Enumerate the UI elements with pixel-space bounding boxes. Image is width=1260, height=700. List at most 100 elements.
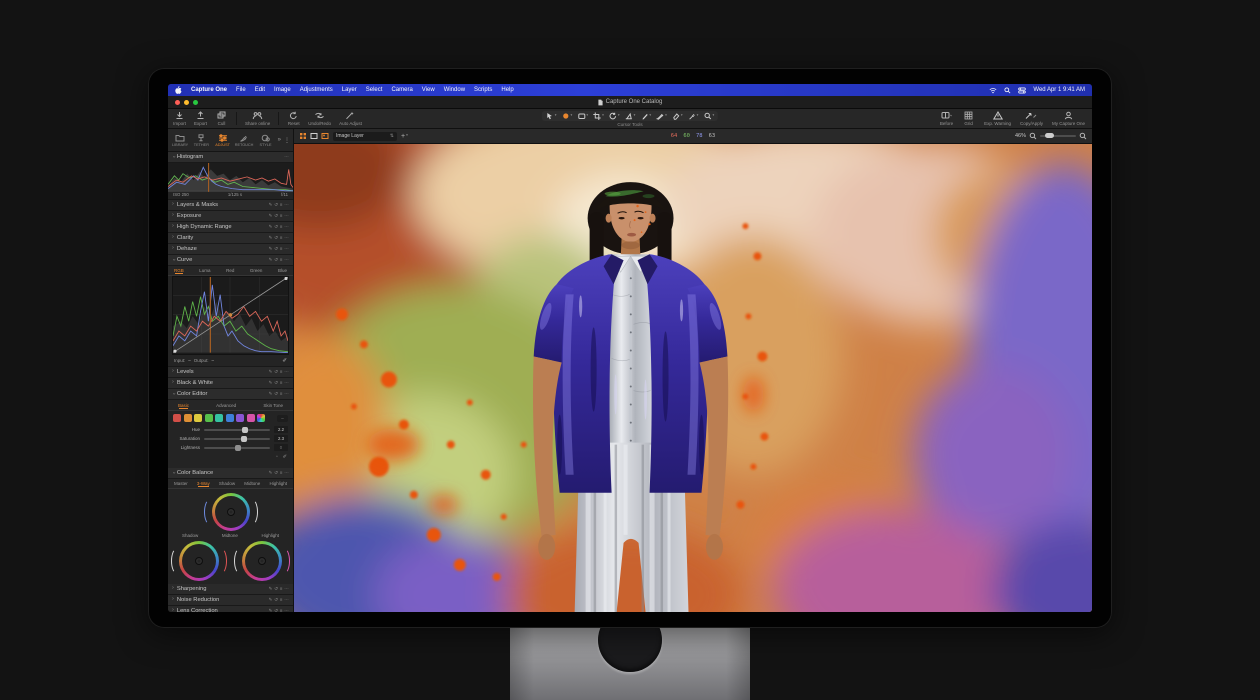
- zoom-slider[interactable]: [1040, 135, 1076, 137]
- menu-window[interactable]: Window: [444, 87, 465, 93]
- minimize-button[interactable]: [184, 100, 189, 105]
- panel-action-icons[interactable]: ✎ ↺ ≡ ⋯: [269, 224, 289, 230]
- panel-exposure[interactable]: › Exposure ✎ ↺ ≡ ⋯: [168, 211, 293, 222]
- tab-tether[interactable]: TETHER: [192, 134, 210, 147]
- panel-layers-masks[interactable]: › Layers & Masks ✎ ↺ ≡ ⋯: [168, 200, 293, 211]
- panel-action-icons[interactable]: ✎ ↺ ≡ ⋯: [269, 369, 289, 375]
- color-swatch-red[interactable]: [173, 414, 181, 422]
- panel-curve-header[interactable]: › Curve ✎ ↺ ≡ ⋯: [168, 255, 293, 266]
- panel-dehaze[interactable]: › Dehaze ✎ ↺ ≡ ⋯: [168, 244, 293, 255]
- pick-arrow-tool[interactable]: ▾: [546, 112, 557, 120]
- zoom-out-icon[interactable]: [1029, 132, 1037, 140]
- panel-histogram-header[interactable]: › Histogram ⋯: [168, 152, 293, 163]
- proof-view-icon[interactable]: [321, 132, 329, 140]
- cb-tab-shadow[interactable]: Shadow: [219, 481, 235, 486]
- wheel-indicator[interactable]: [195, 557, 203, 565]
- color-swatch-all[interactable]: [257, 414, 265, 422]
- lightness-value[interactable]: 0: [274, 444, 288, 451]
- export-button[interactable]: Export: [194, 111, 207, 126]
- menu-capture-one[interactable]: Capture One: [191, 87, 227, 93]
- panel-action-icons[interactable]: ✎ ↺ ≡ ⋯: [269, 608, 289, 612]
- menu-file[interactable]: File: [236, 87, 246, 93]
- cb-tab-highlight[interactable]: Highlight: [269, 481, 287, 486]
- panel-action-icons[interactable]: ✎ ↺ ≡ ⋯: [269, 470, 289, 476]
- apple-menu-icon[interactable]: [175, 86, 182, 94]
- color-swatch-orange[interactable]: [184, 414, 192, 422]
- curve-tab-rgb[interactable]: RGB: [174, 268, 184, 273]
- zoom-button[interactable]: [193, 100, 198, 105]
- zoom-in-icon[interactable]: [1079, 132, 1087, 140]
- photo-canvas[interactable]: [294, 144, 1092, 612]
- my-capture-one-button[interactable]: My Capture One: [1052, 111, 1085, 126]
- zoom-level[interactable]: 46%: [1015, 133, 1026, 139]
- view-selected-range-icon[interactable]: ▫: [276, 454, 278, 460]
- midtone-color-wheel[interactable]: [212, 493, 250, 531]
- panel-more-icon[interactable]: ⋯: [284, 154, 289, 160]
- panel-action-icons[interactable]: ✎ ↺ ≡ ⋯: [269, 235, 289, 241]
- curve-plot[interactable]: [172, 276, 289, 355]
- wheel-indicator[interactable]: [258, 557, 266, 565]
- panel-action-icons[interactable]: ✎ ↺ ≡ ⋯: [269, 391, 289, 397]
- wheel-indicator[interactable]: [227, 508, 235, 516]
- saturation-value[interactable]: 2.3: [274, 435, 288, 442]
- crop-tool[interactable]: ▾: [593, 112, 604, 120]
- menu-image[interactable]: Image: [274, 87, 291, 93]
- panel-clarity[interactable]: › Clarity ✎ ↺ ≡ ⋯: [168, 233, 293, 244]
- rotate-tool[interactable]: ▾: [609, 112, 620, 120]
- cb-tab-3way[interactable]: 3-Way: [197, 481, 210, 486]
- eraser-tool[interactable]: ▾: [672, 112, 683, 120]
- auto-adjust-button[interactable]: Auto Adjust: [339, 111, 362, 126]
- panel-action-icons[interactable]: ✎ ↺ ≡ ⋯: [269, 202, 289, 208]
- color-editor-tab-skin-tone[interactable]: Skin Tone: [263, 403, 283, 408]
- color-picker-tool[interactable]: ▾: [688, 112, 699, 120]
- menu-help[interactable]: Help: [501, 87, 513, 93]
- panel-action-icons[interactable]: ✎ ↺ ≡ ⋯: [269, 257, 289, 263]
- cb-tab-midtone[interactable]: Midtone: [244, 481, 260, 486]
- close-button[interactable]: [175, 100, 180, 105]
- exposure-warning-button[interactable]: Exp. Warning: [984, 111, 1011, 126]
- hue-value[interactable]: 2.2: [274, 426, 288, 433]
- panel-action-icons[interactable]: ✎ ↺ ≡ ⋯: [269, 246, 289, 252]
- curve-tab-blue[interactable]: Blue: [278, 268, 287, 273]
- panel-color-editor-header[interactable]: › Color Editor ✎ ↺ ≡ ⋯: [168, 389, 293, 400]
- highlight-color-wheel[interactable]: [242, 541, 282, 581]
- search-icon[interactable]: [1004, 87, 1011, 94]
- panel-high-dynamic-range[interactable]: › High Dynamic Range ✎ ↺ ≡ ⋯: [168, 222, 293, 233]
- draw-mask-tool[interactable]: ▾: [640, 112, 651, 120]
- menu-camera[interactable]: Camera: [391, 87, 412, 93]
- hue-slider[interactable]: [204, 429, 270, 431]
- curve-output-value[interactable]: –: [212, 358, 215, 363]
- color-swatch-aqua[interactable]: [215, 414, 223, 422]
- tabs-menu-icon[interactable]: ⋮: [284, 137, 290, 144]
- zoom-tool[interactable]: ▾: [703, 112, 714, 120]
- share-online-button[interactable]: Share online: [245, 111, 270, 126]
- before-button[interactable]: Before: [940, 111, 953, 126]
- panel-action-icons[interactable]: ✎ ↺ ≡ ⋯: [269, 380, 289, 386]
- menu-bar-clock[interactable]: Wed Apr 1 9:41 AM: [1033, 87, 1085, 93]
- undo-redo-button[interactable]: Undo/Redo: [308, 111, 331, 126]
- color-editor-tab-advanced[interactable]: Advanced: [216, 403, 236, 408]
- grid-button[interactable]: Grid: [962, 111, 975, 126]
- panel-lens-correction[interactable]: › Lens Correction ✎ ↺ ≡ ⋯: [168, 606, 293, 612]
- loupe-tool[interactable]: ▾: [562, 112, 573, 120]
- straighten-tool[interactable]: ▾: [625, 112, 636, 120]
- color-swatch-yellow[interactable]: [194, 414, 202, 422]
- tab-library[interactable]: LIBRARY: [171, 134, 189, 147]
- color-editor-tab-basic[interactable]: Basic: [178, 403, 189, 408]
- import-button[interactable]: Import: [173, 111, 186, 126]
- curve-tab-red[interactable]: Red: [226, 268, 234, 273]
- curve-picker-icon[interactable]: ✐: [282, 358, 287, 364]
- panel-black-white[interactable]: › Black & White ✎ ↺ ≡ ⋯: [168, 378, 293, 389]
- tab-retouch[interactable]: RETOUCH: [235, 134, 254, 147]
- curve-input-value[interactable]: –: [188, 358, 191, 363]
- color-swatch-magenta[interactable]: [247, 414, 255, 422]
- menu-select[interactable]: Select: [366, 87, 383, 93]
- brush-tool[interactable]: ▾: [656, 112, 667, 120]
- menu-layer[interactable]: Layer: [342, 87, 357, 93]
- tab-adjust[interactable]: ADJUST: [213, 134, 231, 147]
- color-swatch-blue[interactable]: [226, 414, 234, 422]
- swatch-more-button[interactable]: –: [277, 415, 288, 422]
- color-swatch-purple[interactable]: [236, 414, 244, 422]
- wifi-icon[interactable]: [989, 87, 997, 94]
- reset-button[interactable]: Reset: [287, 111, 300, 126]
